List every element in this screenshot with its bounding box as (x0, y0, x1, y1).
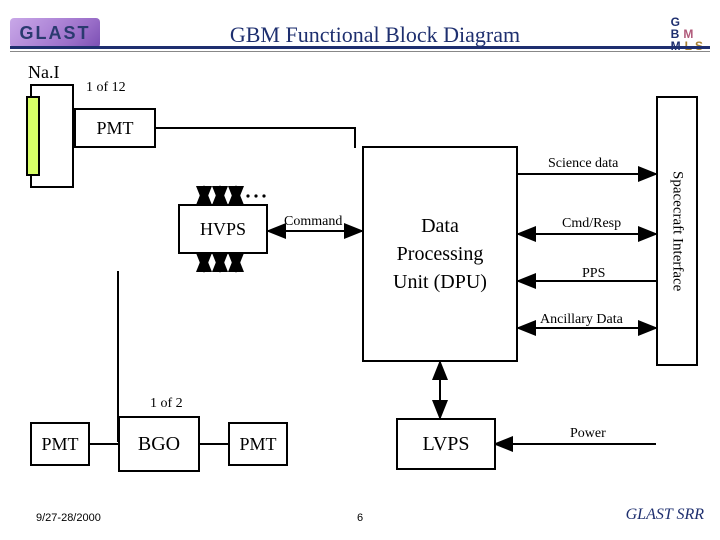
dpu-box: Data Processing Unit (DPU) (362, 146, 518, 362)
bgo-box: BGO (118, 416, 200, 472)
power-label: Power (570, 426, 606, 442)
bgo-pmt-right-label: PMT (239, 434, 276, 455)
footer-page: 6 (357, 512, 363, 524)
dpu-l1: Data (421, 212, 459, 240)
hvps-label: HVPS (200, 219, 246, 240)
command-label: Command (284, 214, 342, 230)
hvps-box: HVPS (178, 204, 268, 254)
cmdresp-label: Cmd/Resp (562, 216, 621, 232)
footer-glast-srr: GLAST SRR (626, 506, 704, 524)
pps-label: PPS (582, 266, 605, 282)
page-title: GBM Functional Block Diagram (160, 22, 590, 48)
glast-logo: GLAST (10, 18, 100, 48)
bgo-pmt-left: PMT (30, 422, 90, 466)
lvps-label: LVPS (422, 433, 469, 456)
footer-date: 9/27-28/2000 (36, 512, 101, 524)
nai-count-label: 1 of 12 (86, 80, 126, 96)
diagram-canvas: Na.I 1 of 12 PMT HVPS Command Data Proce… (0, 56, 720, 510)
bgo-label: BGO (138, 433, 180, 456)
bgo-pmt-right: PMT (228, 422, 288, 466)
science-data-label: Science data (548, 156, 618, 172)
ancillary-label: Ancillary Data (540, 312, 623, 328)
dpu-l3: Unit (DPU) (393, 268, 487, 296)
header-rule (10, 46, 710, 49)
spacecraft-interface-box: Spacecraft Interface (656, 96, 698, 366)
bgo-pmt-left-label: PMT (41, 434, 78, 455)
spacecraft-interface-label: Spacecraft Interface (669, 171, 686, 291)
nai-label: Na.I (28, 62, 59, 83)
pmt-top-box: PMT (74, 108, 156, 148)
bgo-count-label: 1 of 2 (150, 396, 183, 412)
dpu-l2: Processing (397, 240, 484, 268)
pmt-top-label: PMT (96, 118, 133, 139)
header-rule-2 (10, 51, 710, 52)
nai-green-band (26, 96, 40, 176)
lvps-box: LVPS (396, 418, 496, 470)
